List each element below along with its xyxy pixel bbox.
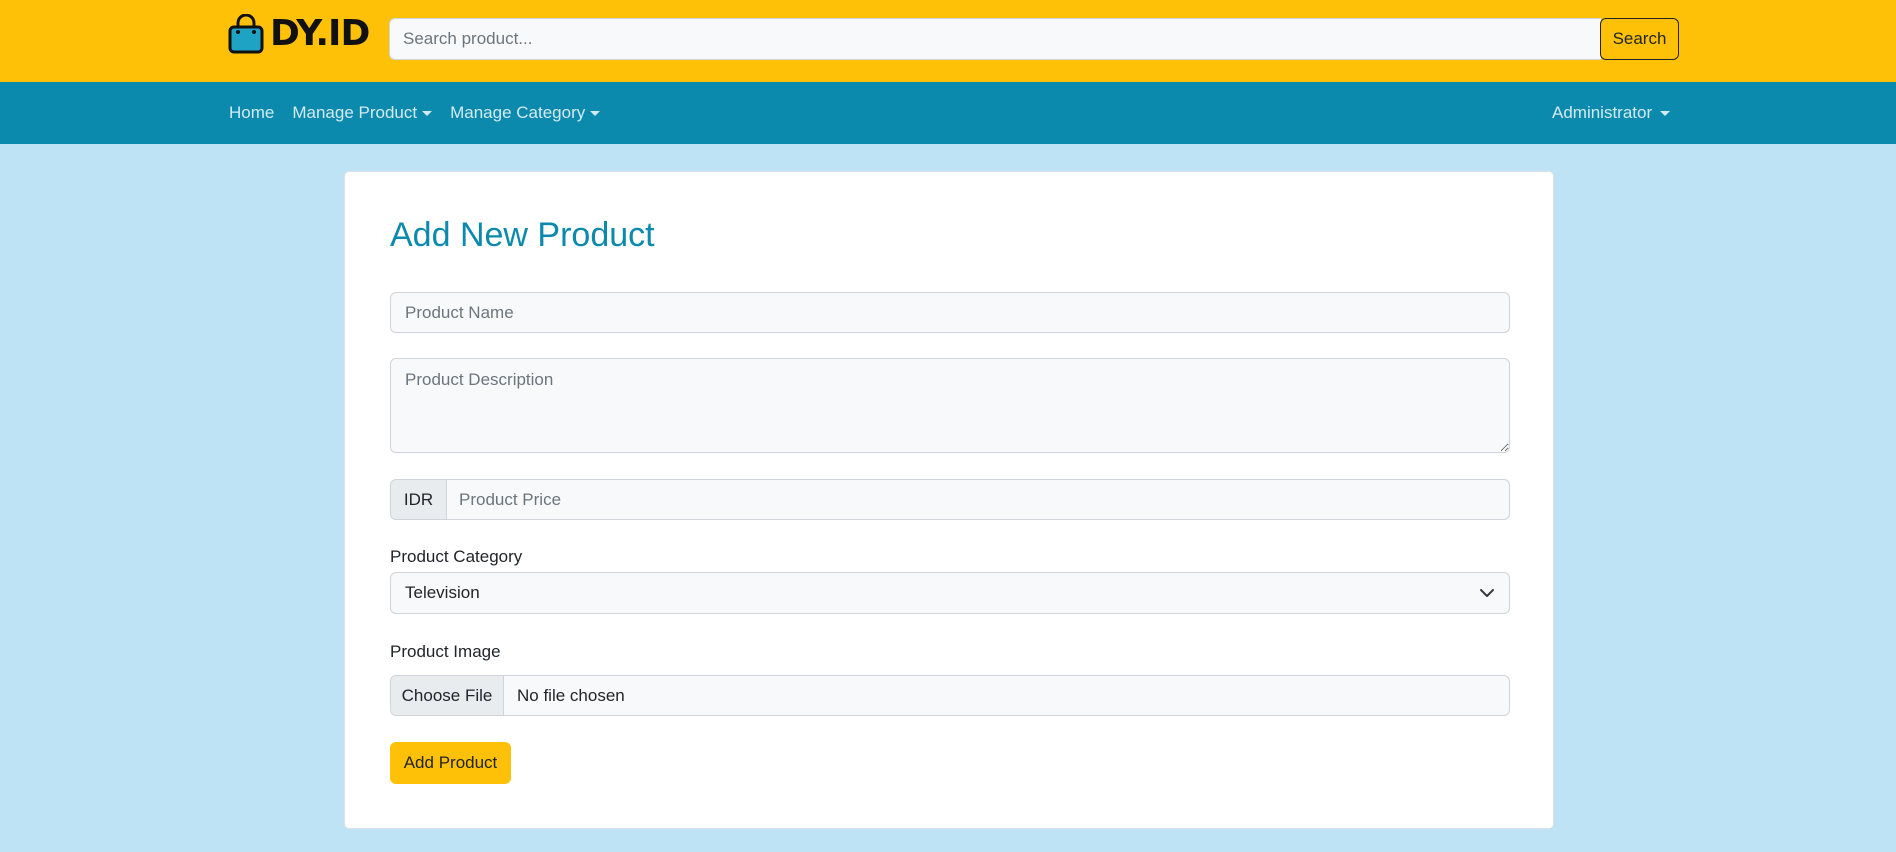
user-menu-label: Administrator xyxy=(1552,103,1653,122)
product-name-input[interactable] xyxy=(390,292,1510,333)
currency-prefix: IDR xyxy=(390,479,447,520)
caret-down-icon xyxy=(590,110,601,116)
brand-name: DY.ID xyxy=(270,13,370,54)
choose-file-button[interactable]: Choose File xyxy=(391,676,504,715)
nav-home[interactable]: Home xyxy=(220,103,283,123)
caret-down-icon xyxy=(422,110,433,116)
add-product-card: Add New Product IDR Product Category Tel… xyxy=(344,171,1554,829)
search-bar: Search xyxy=(389,18,1679,60)
product-category-label: Product Category xyxy=(390,547,523,566)
product-price-group: IDR xyxy=(390,479,1510,520)
page-title: Add New Product xyxy=(390,216,655,254)
product-category-select[interactable]: Television xyxy=(390,572,1510,614)
user-menu-dropdown[interactable]: Administrator xyxy=(1543,103,1679,123)
product-description-textarea[interactable] xyxy=(390,358,1510,453)
user-menu: Administrator xyxy=(1543,82,1679,144)
add-product-button[interactable]: Add Product xyxy=(390,742,511,784)
nav-home-label: Home xyxy=(229,103,275,122)
file-status-text: No file chosen xyxy=(517,685,625,705)
product-category-value: Television xyxy=(405,583,480,602)
product-price-input[interactable] xyxy=(447,479,1510,520)
nav-manage-product-label: Manage Product xyxy=(292,103,418,122)
nav-links: Home Manage Product Manage Category xyxy=(220,82,609,144)
brand-logo[interactable]: DY.ID xyxy=(228,13,370,54)
caret-down-icon xyxy=(1660,110,1671,116)
product-image-label: Product Image xyxy=(390,642,501,661)
search-button[interactable]: Search xyxy=(1600,18,1679,60)
top-header: DY.ID Search xyxy=(0,0,1896,82)
nav-manage-category-dropdown[interactable]: Manage Category xyxy=(441,103,609,123)
main-navbar: Home Manage Product Manage Category Admi… xyxy=(0,82,1896,144)
nav-manage-category-label: Manage Category xyxy=(450,103,586,122)
product-image-file-input[interactable]: Choose File No file chosen xyxy=(390,675,1510,716)
chevron-down-icon xyxy=(1480,589,1494,597)
nav-manage-product-dropdown[interactable]: Manage Product xyxy=(283,103,441,123)
search-input[interactable] xyxy=(389,18,1601,60)
shopping-bag-icon xyxy=(228,14,264,54)
